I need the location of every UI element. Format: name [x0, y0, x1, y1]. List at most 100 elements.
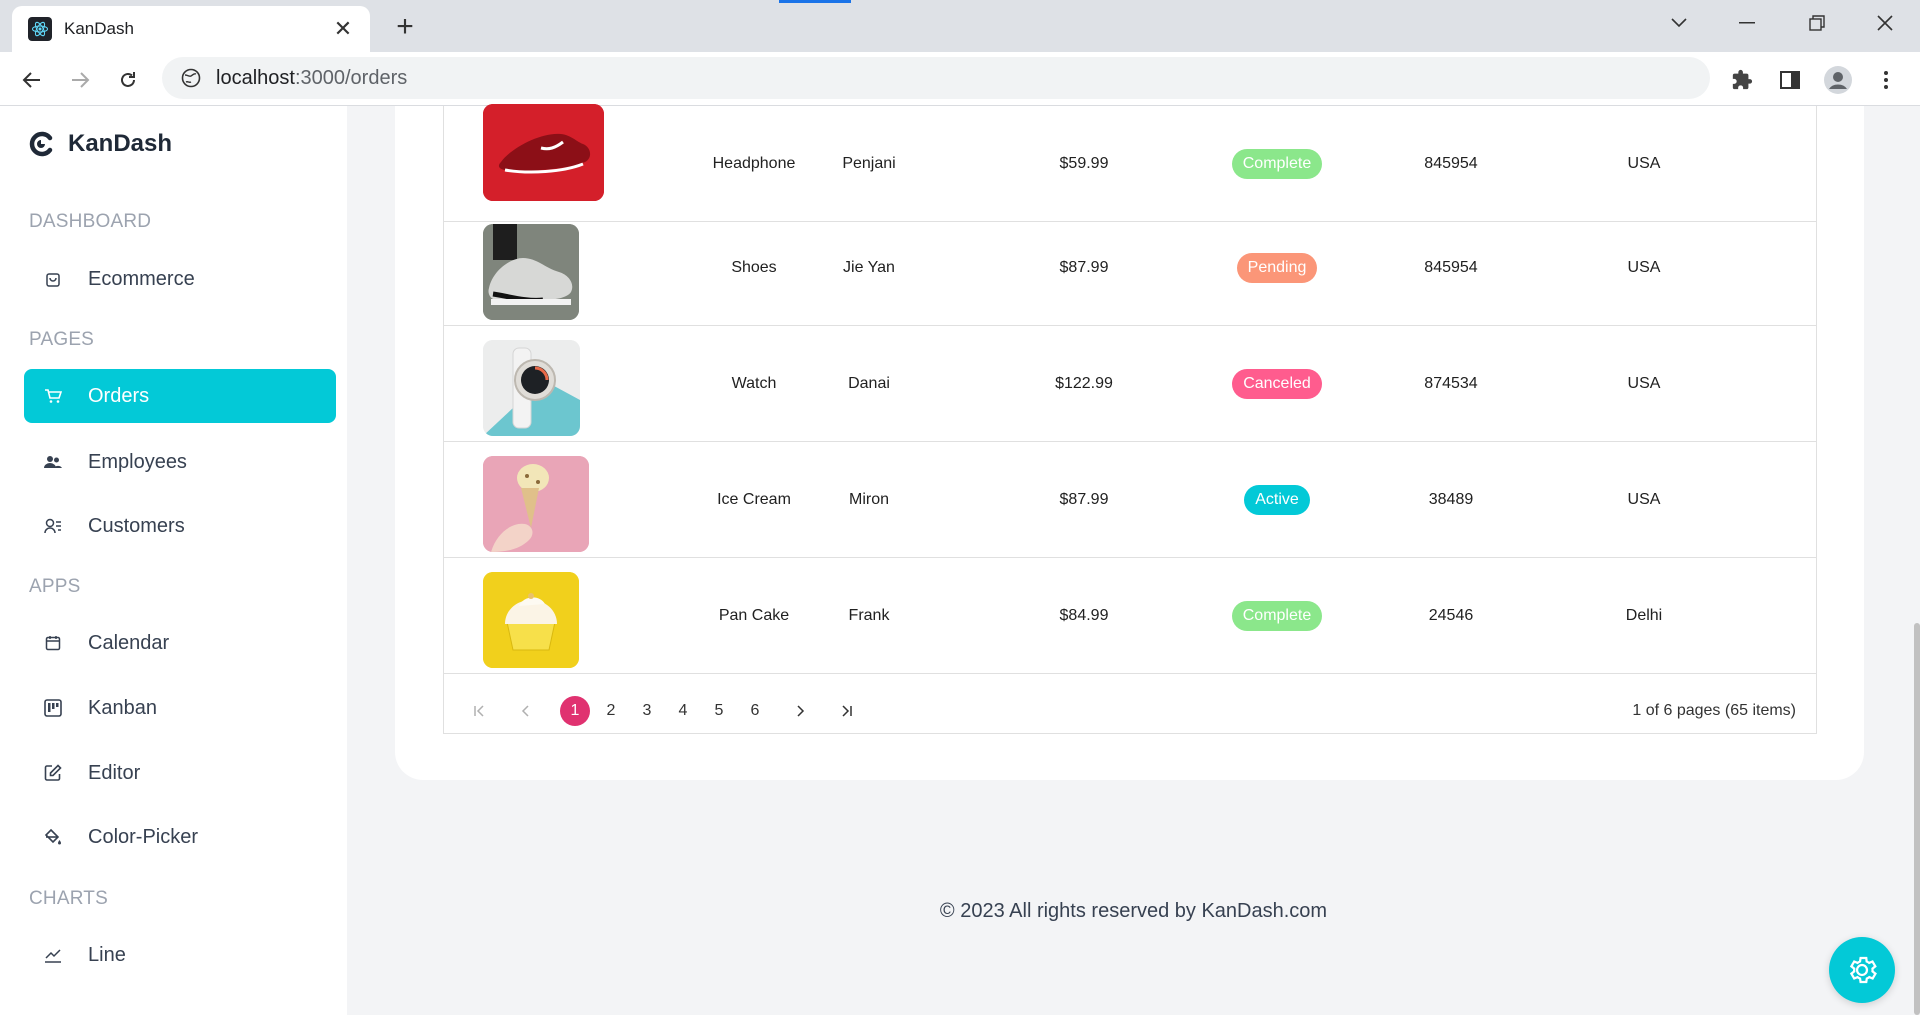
page-1[interactable]: 1: [560, 696, 590, 726]
cell-customer: Penjani: [842, 155, 896, 172]
page-6[interactable]: 6: [740, 696, 770, 726]
browser-tab[interactable]: KanDash ✕: [12, 6, 370, 52]
cell-customer: Frank: [848, 607, 890, 624]
cell-status: Canceled: [1197, 326, 1357, 442]
page-4[interactable]: 4: [668, 696, 698, 726]
pager: 1 2 3 4 5 6 1 of 6 pages (65 items): [444, 686, 1816, 733]
sidebar-item-label: Kanban: [88, 696, 157, 719]
shopping-bag-icon: [42, 268, 64, 290]
table-row[interactable]: Watch Danai $122.99 Canceled 874534 USA: [444, 326, 1816, 442]
close-window-icon[interactable]: [1862, 6, 1908, 40]
sidebar-item-color-picker[interactable]: Color-Picker: [24, 810, 336, 864]
chart-icon: [42, 1010, 64, 1015]
extensions-icon[interactable]: [1726, 64, 1758, 96]
new-tab-button[interactable]: +: [388, 10, 422, 44]
status-badge: Complete: [1231, 601, 1323, 631]
tab-search-icon[interactable]: [1656, 6, 1702, 40]
back-icon[interactable]: [14, 62, 50, 98]
cell-amount: $122.99: [1055, 375, 1113, 392]
sidebar-item-next-partial[interactable]: [24, 994, 336, 1015]
page-2[interactable]: 2: [596, 696, 626, 726]
restore-icon[interactable]: [1794, 6, 1840, 40]
cell-status: Complete: [1197, 558, 1357, 674]
product-image: [483, 340, 580, 436]
sidebar-item-line[interactable]: Line: [24, 928, 336, 982]
cell-customer: Danai: [848, 375, 890, 392]
first-page-icon[interactable]: [464, 696, 494, 726]
sidebar-item-label: Customers: [88, 514, 185, 537]
forward-icon[interactable]: [62, 62, 98, 98]
kanban-icon: [42, 697, 64, 719]
cell-amount: $87.99: [1059, 491, 1109, 508]
reload-icon[interactable]: [110, 62, 146, 98]
minimize-icon[interactable]: [1724, 6, 1770, 40]
cell-status: Active: [1197, 442, 1357, 558]
section-dashboard: DASHBOARD: [29, 211, 152, 232]
gear-icon: [1849, 956, 1877, 984]
cell-location: USA: [1627, 491, 1661, 508]
orders-grid: Headphone Penjani $59.99 Complete 845954…: [443, 104, 1817, 734]
page-5[interactable]: 5: [704, 696, 734, 726]
tab-close-icon[interactable]: ✕: [328, 14, 358, 44]
product-image: [483, 104, 604, 201]
next-page-icon[interactable]: [785, 696, 815, 726]
sidebar-item-kanban[interactable]: Kanban: [24, 681, 336, 735]
url-path: :3000/orders: [294, 66, 408, 89]
customers-icon: [42, 515, 64, 537]
sidebar-item-customers[interactable]: Customers: [24, 499, 336, 553]
cell-order-id: 845954: [1424, 259, 1478, 276]
brand-logo-link[interactable]: KanDash: [28, 130, 172, 158]
product-image: [483, 224, 579, 320]
section-apps: APPS: [29, 576, 81, 597]
site-info-icon[interactable]: [180, 67, 202, 89]
cell-status: Pending: [1197, 210, 1357, 326]
side-panel-icon[interactable]: [1774, 64, 1806, 96]
orders-card: Headphone Penjani $59.99 Complete 845954…: [395, 104, 1864, 780]
section-charts: CHARTS: [29, 888, 108, 909]
cell-order-id: 874534: [1424, 375, 1478, 392]
table-row[interactable]: Pan Cake Frank $84.99 Complete 24546 Del…: [444, 558, 1816, 674]
product-image: [483, 572, 579, 668]
kandash-logo-icon: [29, 131, 53, 157]
cell-location: USA: [1627, 375, 1661, 392]
cell-location: USA: [1627, 155, 1661, 172]
table-row[interactable]: Headphone Penjani $59.99 Complete 845954…: [444, 104, 1816, 222]
status-badge: Canceled: [1232, 369, 1322, 399]
settings-button[interactable]: [1829, 937, 1895, 1003]
browser-toolbar: localhost:3000/orders: [0, 52, 1920, 106]
product-image: [483, 456, 589, 552]
profile-avatar-icon[interactable]: [1822, 64, 1854, 96]
react-logo-icon: [28, 17, 52, 41]
paint-bucket-icon: [42, 826, 64, 848]
cart-icon: [42, 385, 64, 407]
table-row[interactable]: Ice Cream Miron $87.99 Active 38489 USA: [444, 442, 1816, 558]
line-chart-icon: [42, 944, 64, 966]
cell-amount: $87.99: [1059, 259, 1109, 276]
page-scrollbar[interactable]: [1914, 623, 1920, 1015]
sidebar-item-editor[interactable]: Editor: [24, 746, 336, 800]
sidebar: KanDash DASHBOARD Ecommerce PAGES Orders…: [0, 106, 347, 1015]
sidebar-item-ecommerce[interactable]: Ecommerce: [24, 252, 336, 306]
sidebar-item-employees[interactable]: Employees: [24, 435, 336, 489]
cell-customer: Miron: [848, 491, 889, 508]
pager-info: 1 of 6 pages (65 items): [1632, 702, 1796, 719]
last-page-icon[interactable]: [832, 696, 862, 726]
tab-title: KanDash: [64, 19, 134, 38]
sidebar-item-label: Calendar: [88, 631, 170, 654]
browser-menu-icon[interactable]: [1870, 64, 1902, 96]
prev-page-icon[interactable]: [511, 696, 541, 726]
page-3[interactable]: 3: [632, 696, 662, 726]
sidebar-item-label: Color-Picker: [88, 825, 199, 848]
cell-amount: $59.99: [1059, 155, 1109, 172]
url-text: localhost:3000/orders: [216, 67, 407, 90]
table-row[interactable]: Shoes Jie Yan $87.99 Pending 845954 USA: [444, 210, 1816, 326]
sidebar-item-label: Line: [88, 943, 126, 966]
main-content: Headphone Penjani $59.99 Complete 845954…: [347, 104, 1920, 1015]
browser-tabstrip: KanDash ✕ +: [0, 0, 1920, 52]
sidebar-item-calendar[interactable]: Calendar: [24, 616, 336, 670]
cell-order-id: 845954: [1424, 155, 1478, 172]
status-badge: Active: [1244, 485, 1310, 515]
cell-amount: $84.99: [1059, 607, 1109, 624]
sidebar-item-orders[interactable]: Orders: [24, 369, 336, 423]
address-bar[interactable]: localhost:3000/orders: [162, 57, 1710, 99]
